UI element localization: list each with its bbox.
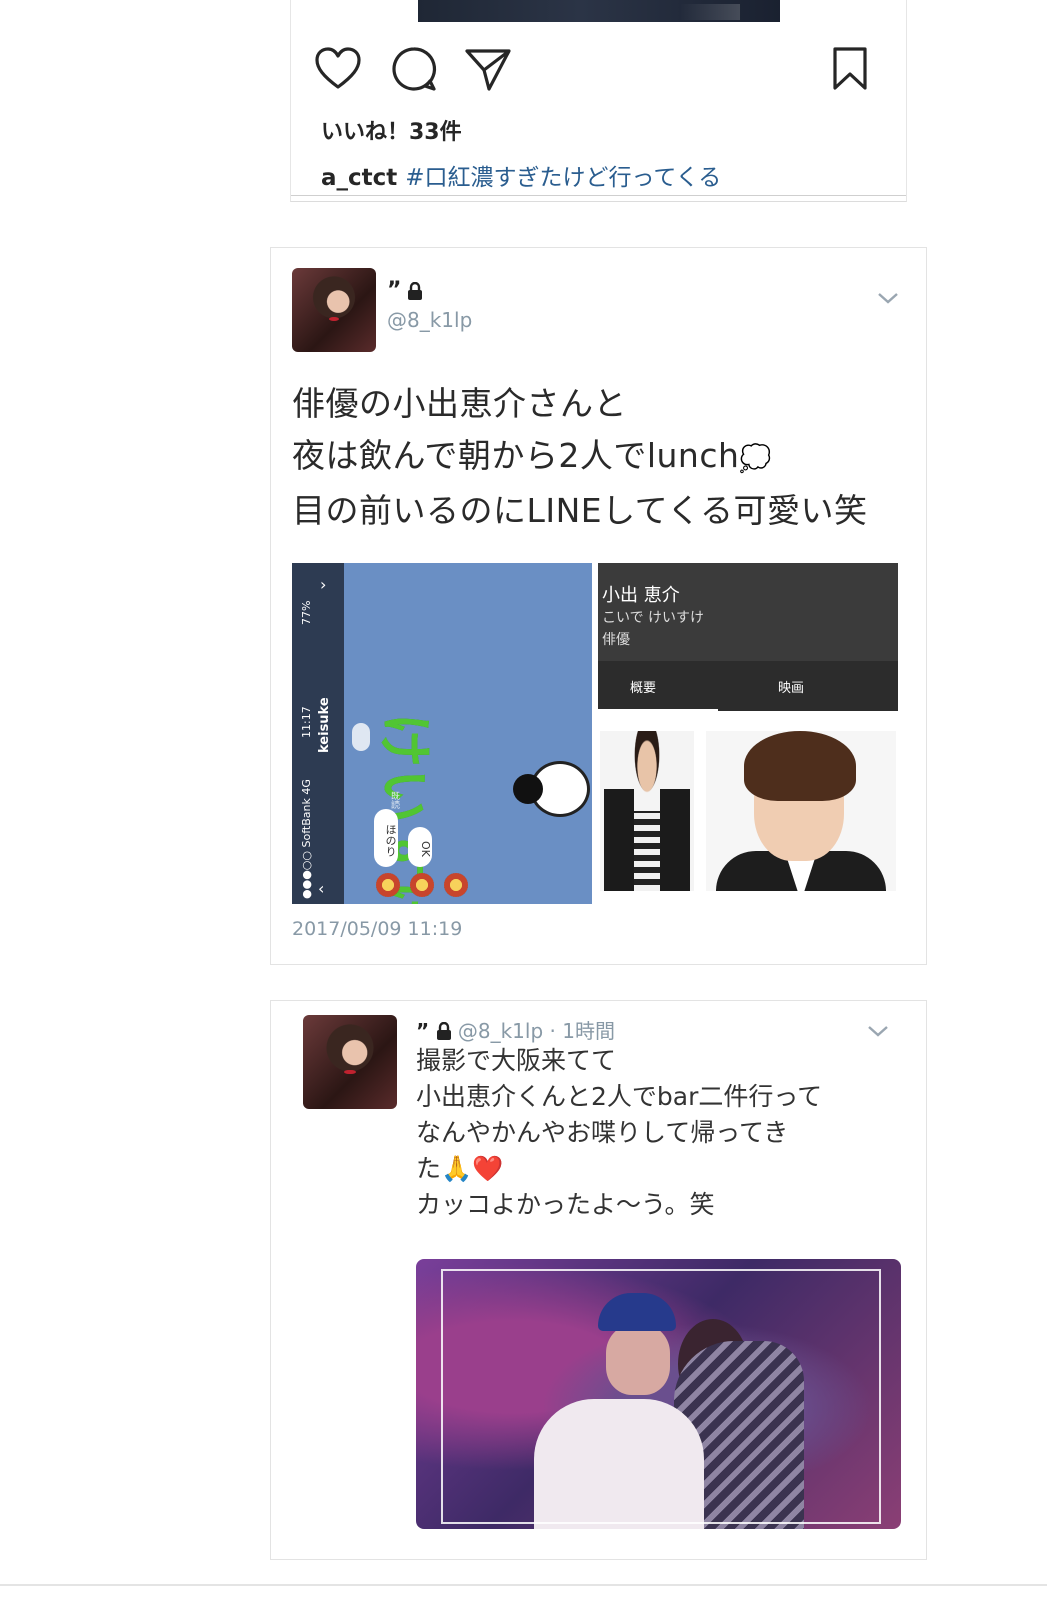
avatar[interactable] [292,268,376,352]
chevron-right-icon: › [320,575,327,594]
tweet-text-line: た🙏❤️ [416,1154,504,1183]
line-status-bar: ●●●○○ SoftBank 4G 11:17 77% keisuke › ‹ [292,563,344,904]
tweet-text-line: 俳優の小出恵介さんと [292,384,627,423]
chat-bubble-read [352,723,370,751]
actor-photo-small [600,731,694,891]
chevron-down-icon[interactable] [867,1023,889,1037]
tweet-text-line: なんやかんやお喋りして帰ってき [416,1118,789,1147]
post-caption: a_ctct #口紅濃すぎたけど行ってくる [321,158,721,192]
sticker-emoji [444,873,468,897]
display-name: ” [387,278,402,303]
profile-reading: こいで けいすけ [602,610,705,626]
tweet-timestamp[interactable]: 2017/05/09 11:19 [292,918,462,940]
avatar[interactable] [303,1015,397,1109]
tweet-card: ” @8_k1lp 俳優の小出恵介さんと 夜は飲んで朝から2人でlunch💭 目… [270,247,927,965]
back-icon: ‹ [318,879,325,898]
heart-icon[interactable] [313,44,363,94]
tweet-handle[interactable]: @8_k1lp [458,1019,543,1043]
instagram-photo[interactable] [418,0,780,22]
tweet-text-line: 小出恵介くんと2人でbar二件行って [416,1082,823,1111]
thought-bubble-icon: 💭 [739,444,773,474]
line-chat-image[interactable]: ●●●○○ SoftBank 4G 11:17 77% keisuke › ‹ … [292,563,592,904]
divider [0,1584,1047,1586]
avatar-lips [328,316,340,321]
tweet-time[interactable]: 1時間 [562,1019,615,1043]
bookmark-icon[interactable] [825,44,875,94]
chat-bubble: OK [408,827,432,867]
sticker-emoji [410,873,434,897]
tweet-text: 撮影で大阪来てて 小出恵介くんと2人でbar二件行って なんやかんやお喋りして帰… [416,1043,822,1223]
tweet-card: ” @8_k1lp · 1時間 撮影で大阪来てて 小出恵介くんと2人でbar二件… [270,1000,927,1560]
profile-header: 小出 恵介 こいで けいすけ 俳優 概要 映画 [598,563,898,712]
chat-name: keisuke [317,697,332,753]
photo-frame [441,1269,881,1524]
tab-movies: 映画 [778,681,805,696]
caption-hashtag[interactable]: #口紅濃すぎたけど行ってくる [405,165,721,191]
lock-icon [407,281,423,300]
actor-photo-large [706,731,896,891]
sticker-face [513,761,590,817]
divider [291,195,906,196]
instagram-post-card: いいね！33件 a_ctct #口紅濃すぎたけど行ってくる [290,0,907,202]
likes-count[interactable]: いいね！33件 [321,114,462,146]
battery-text: 77% [300,600,313,625]
tweet-text-line: 夜は飲んで朝から2人でlunch [292,436,740,475]
caption-username[interactable]: a_ctct [321,165,397,191]
profile-occupation: 俳優 [602,632,630,648]
display-name[interactable]: ” [416,1019,429,1043]
clock-text: 11:17 [300,706,313,738]
profile-image[interactable]: 小出 恵介 こいで けいすけ 俳優 概要 映画 [598,563,898,904]
tweet-handle[interactable]: @8_k1lp [387,308,472,332]
meta-separator: · [549,1019,556,1043]
hair [744,731,856,801]
chevron-down-icon[interactable] [877,290,899,304]
tweet-text-line: 目の前いるのにLINEしてくる可愛い笑 [292,491,868,530]
tweet-text-line: 撮影で大阪来てて [416,1046,617,1075]
profile-name: 小出 恵介 [602,585,680,606]
tweet-text-line: カッコよかったよ〜う。笑 [416,1190,715,1219]
comment-icon[interactable] [389,44,439,94]
read-receipt: 既読 [389,791,399,809]
carrier-text: ●●●○○ SoftBank 4G [300,779,313,899]
share-icon[interactable] [463,44,513,94]
tweet-text: 俳優の小出恵介さんと 夜は飲んで朝から2人でlunch💭 目の前いるのにLINE… [292,378,868,537]
tweet-author[interactable]: ” [387,278,423,303]
avatar-lips [344,1069,356,1075]
tab-overview: 概要 [630,681,657,696]
sticker-emoji [376,873,400,897]
tab-indicator [598,709,718,712]
profile-tabs: 概要 映画 [598,661,898,712]
lock-icon [436,1021,452,1040]
bar-photo[interactable] [416,1259,901,1529]
chat-bubble: ほのり [374,809,398,867]
tweet-meta: ” @8_k1lp · 1時間 [416,1015,615,1044]
